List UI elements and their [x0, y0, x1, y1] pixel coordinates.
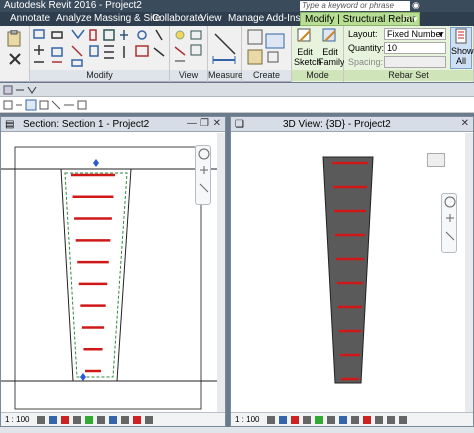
secondary-toolbar: [0, 97, 474, 113]
quantity-field[interactable]: 10: [384, 42, 446, 54]
clipboard-icon[interactable]: [6, 30, 24, 70]
tab-view[interactable]: View: [196, 12, 226, 26]
edit-family-label-2: Family: [318, 57, 345, 67]
group-mode: Edit Sketch Edit Family Mode: [292, 26, 345, 82]
title-bar: Autodesk Revit 2016 - Project2 Type a ke…: [0, 0, 474, 12]
app-title: Autodesk Revit 2016 - Project2: [4, 0, 142, 11]
tab-add-ins[interactable]: Add-Ins: [262, 12, 304, 26]
viewcube-icon[interactable]: [427, 153, 445, 167]
section-scrollbar[interactable]: [217, 133, 225, 413]
group-rebar-set: Layout: Fixed Number ▾ Quantity: 10 Spac…: [344, 26, 474, 82]
section-view-header: ▤ Section: Section 1 - Project2 — ❐ ✕: [1, 117, 225, 132]
3d-view-control-bar: 1 : 100: [231, 412, 473, 426]
group-label-view: View: [170, 70, 207, 81]
view-section-icon: ▤: [5, 119, 15, 130]
spacing-field[interactable]: [384, 56, 446, 68]
edit-family-icon: [322, 28, 336, 42]
close-3d-icon[interactable]: ✕: [461, 118, 469, 130]
search-input[interactable]: Type a keyword or phrase: [300, 1, 410, 11]
options-bar-icons[interactable]: [2, 85, 82, 95]
ribbon-tabs: Annotate Analyze Massing & Site Collabor…: [0, 12, 474, 26]
show-all-button[interactable]: Show All: [450, 27, 474, 69]
binoculars-icon[interactable]: ◉: [412, 0, 420, 11]
edit-sketch-label-1: Edit: [297, 47, 313, 57]
3d-scale[interactable]: 1 : 100: [235, 413, 259, 426]
show-all-label-1: Show: [451, 46, 474, 56]
modify-tools-icons[interactable]: [32, 28, 168, 70]
minimize-icon[interactable]: —: [187, 118, 197, 130]
group-label-measure: Measure: [208, 70, 244, 81]
group-properties: [0, 26, 30, 82]
view-3d-icon: ❏: [235, 119, 244, 130]
3d-view-window[interactable]: ❏ 3D View: {3D} - Project2 ✕ 1 : 100: [230, 116, 474, 427]
close-icon[interactable]: ✕: [213, 118, 221, 130]
section-canvas[interactable]: [1, 133, 219, 413]
tab-annotate[interactable]: Annotate: [6, 12, 54, 26]
navigation-bar-icons: [198, 148, 210, 193]
measure-icon[interactable]: [211, 30, 239, 66]
group-view: View: [170, 26, 208, 82]
restore-icon[interactable]: ❐: [200, 118, 209, 130]
edit-sketch-icon: [297, 28, 311, 42]
edit-sketch-label-2: Sketch: [294, 57, 322, 67]
section-view-control-bar: 1 : 100: [1, 412, 225, 426]
ribbon-toggle[interactable]: ▢ ▾: [398, 12, 422, 26]
3d-view-control-icons[interactable]: [267, 415, 427, 425]
spacing-label: Spacing:: [348, 57, 384, 67]
group-measure: Measure: [208, 26, 244, 82]
view-control-icons[interactable]: [37, 415, 177, 425]
layout-label: Layout:: [348, 29, 378, 39]
group-label-rebar-set: Rebar Set: [344, 70, 473, 81]
group-modify: Modify: [30, 26, 170, 82]
toolbar-icons[interactable]: [2, 99, 122, 111]
options-bar: [0, 83, 474, 97]
edit-sketch-button[interactable]: Edit Sketch: [294, 27, 322, 67]
section-scale[interactable]: 1 : 100: [5, 413, 29, 426]
group-label-modify: Modify: [30, 70, 169, 81]
grip-top-icon: [93, 159, 99, 167]
3d-view-header: ❏ 3D View: {3D} - Project2 ✕: [231, 117, 473, 132]
3d-canvas[interactable]: [231, 133, 474, 413]
show-all-icon: [455, 28, 467, 44]
edit-family-label-1: Edit: [322, 47, 338, 57]
group-label-create: Create: [242, 70, 291, 81]
layout-select[interactable]: Fixed Number ▾: [384, 28, 446, 40]
edit-family-button[interactable]: Edit Family: [318, 27, 345, 67]
status-bar: [0, 427, 474, 433]
3d-navigation-icons: [444, 196, 456, 241]
ribbon-panel: Modify View Measure Create Edit Sketch E…: [0, 26, 474, 82]
3d-navigation-bar[interactable]: [441, 193, 457, 253]
create-tools-icons[interactable]: [246, 28, 290, 68]
quantity-label: Quantity:: [348, 43, 385, 53]
view-tools-icons[interactable]: [173, 29, 205, 67]
group-create: Create: [242, 26, 292, 82]
section-view-window[interactable]: ▤ Section: Section 1 - Project2 — ❐ ✕ 1 …: [0, 116, 226, 427]
3d-view-title: 3D View: {3D} - Project2: [283, 119, 391, 130]
chevron-down-icon: ▾: [438, 29, 443, 39]
section-view-title: Section: Section 1 - Project2: [23, 119, 150, 130]
group-label-mode: Mode: [292, 70, 343, 81]
layout-value: Fixed Number: [387, 29, 444, 39]
3d-scrollbar[interactable]: [465, 133, 473, 413]
show-all-label-2: All: [455, 56, 466, 66]
section-navigation-bar[interactable]: [195, 145, 211, 205]
